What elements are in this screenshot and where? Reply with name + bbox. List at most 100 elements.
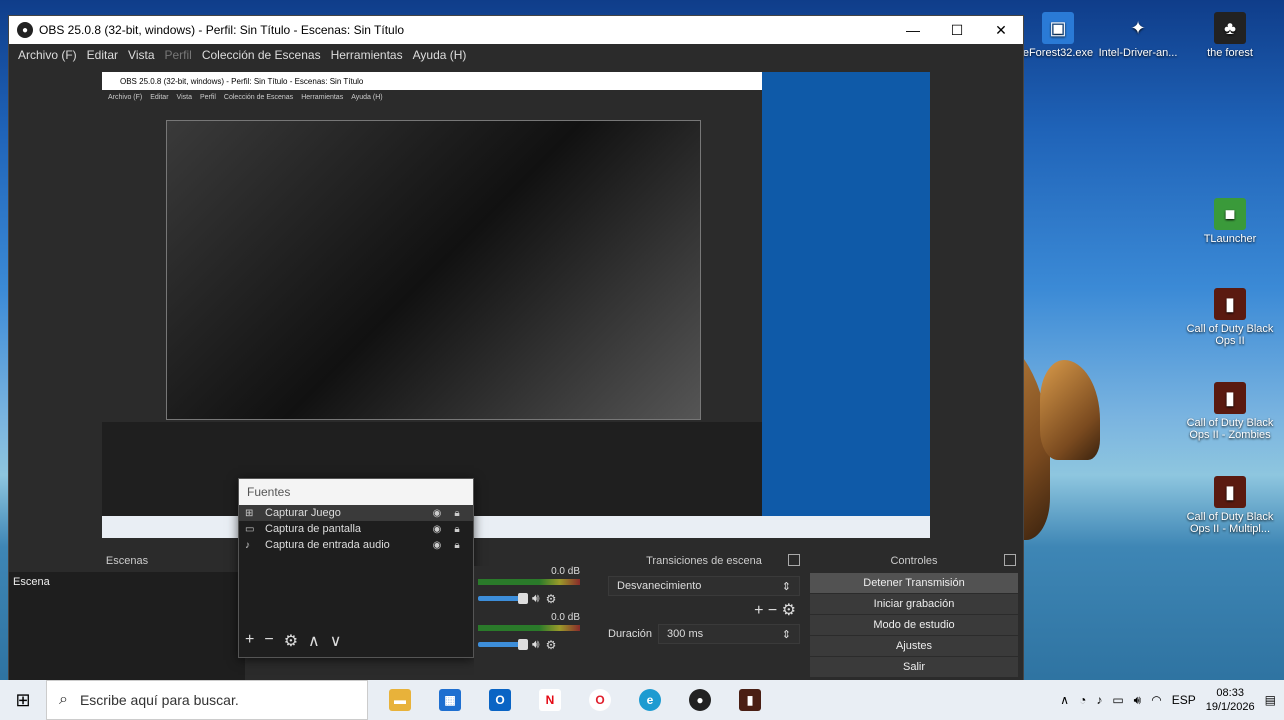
scenes-dock: Escenas Escena (9, 550, 245, 682)
microphone-icon: ♪ (245, 539, 250, 551)
obs-taskbar-icon[interactable]: ● (680, 680, 720, 720)
source-item[interactable]: ♪ Captura de entrada audio ◉ 🔒︎ (239, 537, 473, 553)
gamepad-icon: ⊞ (245, 507, 254, 519)
preview-canvas[interactable]: OBS 25.0.8 (32-bit, windows) - Perfil: S… (102, 72, 930, 538)
undock-icon[interactable] (788, 554, 800, 566)
notification-icon[interactable]: ▤ (1265, 693, 1276, 707)
game-taskbar-icon[interactable]: ▮ (730, 680, 770, 720)
outlook-icon[interactable]: O (480, 680, 520, 720)
lock-icon[interactable]: 🔒︎ (447, 540, 467, 551)
move-up-icon[interactable]: ∧ (308, 631, 320, 651)
desktop-icon-cod-bo2[interactable]: ▮ Call of Duty Black Ops II (1182, 288, 1278, 347)
maximize-button[interactable]: ☐ (935, 16, 979, 44)
search-icon: ⌕ (59, 691, 68, 708)
studio-mode-button[interactable]: Modo de estudio (810, 615, 1018, 635)
undock-icon[interactable] (1004, 554, 1016, 566)
monitor-icon: ▭ (245, 523, 255, 535)
minimize-button[interactable]: — (891, 16, 935, 44)
start-recording-button[interactable]: Iniciar grabación (810, 594, 1018, 614)
desktop-icon-cod-multiplayer[interactable]: ▮ Call of Duty Black Ops II - Multipl... (1182, 476, 1278, 535)
spin-arrows-icon[interactable]: ⇕ (782, 628, 791, 641)
nested-menu-item: Herramientas (301, 93, 344, 101)
source-item[interactable]: ⊞ Capturar Juego ◉ 🔒︎ (239, 505, 473, 521)
gear-icon[interactable]: ⚙ (782, 602, 796, 619)
clock-date: 19/1/2026 (1205, 701, 1255, 713)
speaker-icon[interactable]: 🔊︎ (1134, 693, 1142, 708)
desktop-icon-the-forest[interactable]: ♣ the forest (1182, 12, 1278, 59)
netflix-icon[interactable]: N (530, 680, 570, 720)
menu-archivo[interactable]: Archivo (F) (13, 48, 82, 62)
menu-ayuda[interactable]: Ayuda (H) (408, 48, 472, 62)
pinned-apps: ▬ ▦ O N O e ● ▮ (380, 680, 770, 720)
sources-header: Fuentes (239, 479, 473, 505)
lock-icon[interactable]: 🔒︎ (447, 508, 467, 519)
nested-menu-item: Vista (176, 93, 192, 101)
taskbar: ⊞ ⌕ Escribe aquí para buscar. ▬ ▦ O N O … (0, 680, 1284, 720)
visibility-eye-icon[interactable]: ◉ (427, 540, 447, 551)
add-transition-icon[interactable]: + (754, 602, 763, 619)
cod-icon: ▮ (1214, 382, 1246, 414)
satellite-icon: ✦ (1130, 17, 1146, 38)
menu-vista[interactable]: Vista (123, 48, 159, 62)
network-icon[interactable]: ◔ (1079, 693, 1086, 707)
volume-slider[interactable] (478, 639, 528, 650)
edge-icon[interactable]: e (630, 680, 670, 720)
mixer-db-readout: 0.0 dB (551, 612, 580, 623)
volume-slider[interactable] (478, 593, 528, 604)
stop-streaming-button[interactable]: Detener Transmisión (810, 573, 1018, 593)
search-placeholder: Escribe aquí para buscar. (79, 692, 239, 708)
desktop-rock-right (1040, 360, 1100, 460)
desktop-icon-tlauncher[interactable]: ■ TLauncher (1182, 198, 1278, 245)
visibility-eye-icon[interactable]: ◉ (427, 508, 447, 519)
close-button[interactable]: ✕ (979, 16, 1023, 44)
battery-icon[interactable]: ▭ (1112, 693, 1123, 707)
windows-start-icon[interactable]: ⊞ (0, 680, 46, 720)
gear-icon[interactable]: ⚙ (284, 631, 298, 651)
source-item[interactable]: ▭ Captura de pantalla ◉ 🔒︎ (239, 521, 473, 537)
file-explorer-icon[interactable]: ▬ (380, 680, 420, 720)
menu-perfil[interactable]: Perfil (160, 48, 197, 62)
menu-coleccion-escenas[interactable]: Colección de Escenas (197, 48, 326, 62)
nested-menu-item: Perfil (199, 93, 216, 101)
nested-menu-item: Editar (150, 93, 169, 101)
wifi-icon[interactable]: ◠ (1151, 693, 1161, 707)
search-box[interactable]: ⌕ Escribe aquí para buscar. (46, 680, 368, 720)
menu-editar[interactable]: Editar (82, 48, 123, 62)
remove-transition-icon[interactable]: − (768, 602, 777, 619)
scenes-header: Escenas (9, 550, 245, 572)
add-source-icon[interactable]: + (245, 631, 254, 651)
menu-bar: Archivo (F) Editar Vista Perfil Colecció… (9, 44, 1023, 66)
lock-icon[interactable]: 🔒︎ (447, 524, 467, 535)
duration-spinbox[interactable]: 300 ms ⇕ (658, 624, 800, 644)
window-icon: ▣ (1042, 12, 1074, 44)
desktop-icon-cod-zombies[interactable]: ▮ Call of Duty Black Ops II - Zombies (1182, 382, 1278, 441)
duration-value: 300 ms (667, 628, 704, 640)
scene-item[interactable]: Escena (13, 576, 241, 588)
cod-icon: ▮ (1214, 476, 1246, 508)
gear-icon[interactable]: ⚙ (546, 592, 557, 606)
transition-select[interactable]: Desvanecimiento ⇕ (608, 576, 800, 596)
visibility-eye-icon[interactable]: ◉ (427, 524, 447, 535)
nested-menu-item: Archivo (F) (108, 93, 143, 101)
microphone-icon[interactable]: ♪ (1096, 693, 1102, 707)
chevron-up-icon[interactable]: ∧ (1060, 693, 1069, 707)
clock[interactable]: 08:33 19/1/2026 (1206, 686, 1255, 714)
settings-button[interactable]: Ajustes (810, 636, 1018, 656)
speaker-icon[interactable]: 🔊︎ (532, 637, 540, 652)
mixer-db-readout: 0.0 dB (551, 566, 580, 577)
speaker-icon[interactable]: 🔊︎ (532, 591, 540, 606)
move-down-icon[interactable]: ∨ (330, 631, 342, 651)
duration-row: Duración 300 ms ⇕ (604, 620, 804, 648)
transitions-header: Transiciones de escena (604, 550, 804, 572)
store-icon[interactable]: ▦ (430, 680, 470, 720)
remove-source-icon[interactable]: − (264, 631, 273, 651)
duration-label: Duración (608, 628, 653, 640)
exit-button[interactable]: Salir (810, 657, 1018, 677)
desktop-icon-intel-driver[interactable]: ✦ Intel-Driver-an... (1090, 12, 1186, 60)
opera-icon[interactable]: O (580, 680, 620, 720)
gear-icon[interactable]: ⚙ (546, 638, 557, 652)
scenes-list: Escena (9, 572, 245, 682)
controls-dock: Controles Detener Transmisión Iniciar gr… (808, 550, 1020, 682)
language-indicator[interactable]: ESP (1172, 693, 1196, 707)
menu-herramientas[interactable]: Herramientas (326, 48, 408, 62)
